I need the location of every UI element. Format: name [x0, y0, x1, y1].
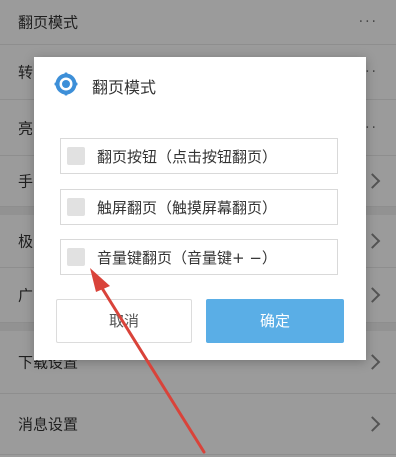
cancel-button[interactable]: 取消	[56, 299, 192, 343]
option-volume-key[interactable]: 音量键翻页（音量键+ −）	[60, 239, 338, 275]
confirm-button[interactable]: 确定	[206, 299, 344, 343]
checkbox[interactable]	[67, 198, 85, 216]
settings-gear-icon	[54, 72, 78, 96]
dialog-header: 翻页模式	[34, 57, 366, 111]
option-label: 触屏翻页（触摸屏幕翻页）	[97, 199, 278, 217]
page-turn-mode-dialog: 翻页模式 翻页按钮（点击按钮翻页） 触屏翻页（触摸屏幕翻页） 音量键翻页（音量键…	[34, 57, 366, 360]
dialog-title: 翻页模式	[92, 78, 157, 97]
option-page-button[interactable]: 翻页按钮（点击按钮翻页）	[60, 138, 338, 174]
option-touch-screen[interactable]: 触屏翻页（触摸屏幕翻页）	[60, 189, 338, 225]
option-label: 翻页按钮（点击按钮翻页）	[97, 148, 278, 166]
option-label: 音量键翻页（音量键+ −）	[97, 249, 277, 267]
checkbox[interactable]	[67, 147, 85, 165]
checkbox[interactable]	[67, 248, 85, 266]
